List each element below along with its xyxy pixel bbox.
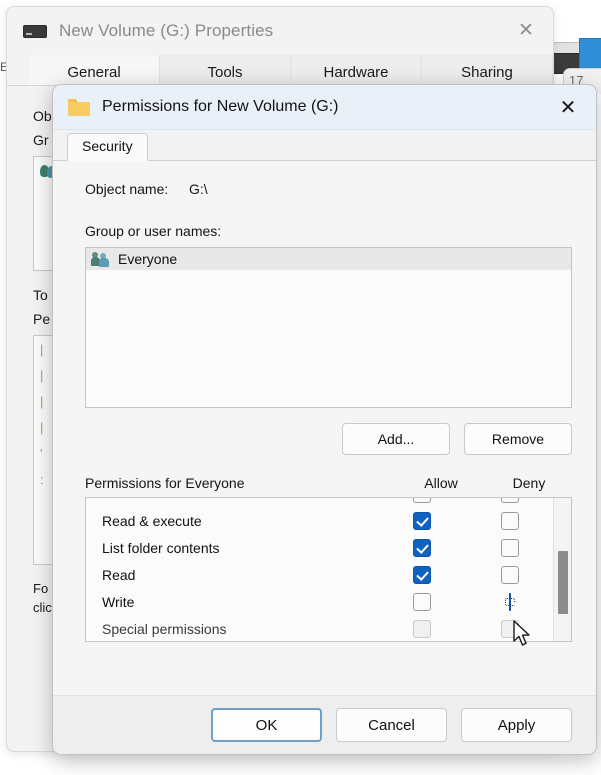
- deny-checkbox[interactable]: [501, 565, 519, 584]
- deny-checkbox[interactable]: [501, 538, 519, 557]
- allow-column-header: Allow: [424, 475, 458, 491]
- allow-cell: [377, 619, 467, 638]
- permissions-listbox[interactable]: Read & execute List folder contents Read…: [85, 497, 572, 642]
- cancel-button[interactable]: Cancel: [336, 708, 447, 742]
- deny-cell: [467, 619, 553, 638]
- close-icon[interactable]: ✕: [509, 15, 543, 45]
- desktop-blue-tile-icon[interactable]: [579, 38, 601, 71]
- allow-cell-partial: [377, 498, 467, 503]
- list-item-label: Everyone: [118, 251, 178, 267]
- properties-tabstrip: General Tools Hardware Sharing: [7, 55, 553, 86]
- dialog-tabstrip: Security: [53, 130, 596, 161]
- list-item[interactable]: Everyone: [86, 248, 571, 270]
- deny-checkbox[interactable]: [509, 592, 511, 611]
- deny-cell: [467, 565, 553, 584]
- permission-name: Special permissions: [102, 620, 227, 637]
- object-name-label: Object name:: [85, 181, 169, 197]
- drive-icon: [23, 24, 47, 38]
- group-user-listbox[interactable]: Everyone: [85, 247, 572, 408]
- deny-checkbox[interactable]: [501, 498, 519, 503]
- tab-tools[interactable]: Tools: [160, 55, 291, 85]
- table-row[interactable]: Read: [86, 561, 553, 588]
- tab-general[interactable]: General: [29, 55, 160, 85]
- allow-checkbox: [413, 619, 431, 638]
- deny-cell: [467, 538, 553, 557]
- remove-button[interactable]: Remove: [464, 423, 572, 455]
- table-row[interactable]: Special permissions: [86, 615, 553, 641]
- apply-button[interactable]: Apply: [461, 708, 572, 742]
- allow-cell: [377, 511, 467, 530]
- deny-cell: [467, 511, 553, 530]
- tab-hardware[interactable]: Hardware: [291, 55, 422, 85]
- deny-cell: [467, 592, 553, 611]
- dialog-footer: OK Cancel Apply: [53, 695, 596, 754]
- dialog-content: Object name: G:\ Group or user names: Ev…: [53, 161, 596, 733]
- allow-checkbox[interactable]: [413, 565, 431, 584]
- allow-checkbox[interactable]: [413, 538, 431, 557]
- allow-cell: [377, 592, 467, 611]
- tab-security[interactable]: Security: [67, 133, 148, 161]
- allow-cell: [377, 565, 467, 584]
- allow-checkbox[interactable]: [413, 498, 431, 503]
- table-row[interactable]: List folder contents: [86, 534, 553, 561]
- dialog-titlebar: Permissions for New Volume (G:) ✕: [53, 85, 596, 130]
- permissions-rows: Read & execute List folder contents Read…: [86, 498, 553, 641]
- deny-checkbox-focus-ring: [505, 592, 515, 611]
- table-row[interactable]: Write: [86, 588, 553, 615]
- permission-name: Read & execute: [102, 512, 202, 529]
- close-icon[interactable]: ✕: [548, 91, 588, 123]
- table-row-partial[interactable]: [86, 498, 553, 507]
- permission-name: List folder contents: [102, 539, 220, 556]
- permission-name: Write: [102, 593, 135, 610]
- permissions-scroll-area: Read & execute List folder contents Read…: [86, 498, 553, 641]
- deny-checkbox: [501, 619, 519, 638]
- group-or-user-names-label: Group or user names:: [85, 223, 222, 239]
- table-row[interactable]: Read & execute: [86, 507, 553, 534]
- add-button[interactable]: Add...: [342, 423, 450, 455]
- allow-checkbox[interactable]: [413, 592, 431, 611]
- permissions-header-row: Permissions for Everyone Allow Deny: [85, 475, 572, 491]
- permission-name: Read: [102, 566, 136, 583]
- deny-column-header: Deny: [512, 475, 546, 491]
- deny-cell-partial: [467, 498, 553, 503]
- folder-icon: [68, 98, 90, 116]
- tab-sharing[interactable]: Sharing: [422, 55, 553, 85]
- permissions-scrollbar[interactable]: [553, 498, 571, 641]
- screen-root: E 17 New Volume (G:) Properties ✕ Genera…: [0, 0, 601, 775]
- deny-checkbox[interactable]: [501, 511, 519, 530]
- object-name-row: Object name: G:\: [85, 181, 572, 197]
- permissions-dialog[interactable]: Permissions for New Volume (G:) ✕ Securi…: [52, 84, 597, 755]
- properties-titlebar: New Volume (G:) Properties ✕: [7, 7, 553, 55]
- people-icon: [91, 251, 110, 267]
- ok-button[interactable]: OK: [211, 708, 322, 742]
- properties-window-title: New Volume (G:) Properties: [59, 21, 274, 40]
- add-remove-button-row: Add... Remove: [85, 423, 572, 455]
- scrollbar-thumb[interactable]: [558, 551, 568, 614]
- permissions-for-label: Permissions for Everyone: [85, 475, 245, 491]
- allow-checkbox[interactable]: [413, 511, 431, 530]
- dialog-title: Permissions for New Volume (G:): [102, 98, 339, 115]
- object-name-value: G:\: [189, 181, 208, 197]
- allow-cell: [377, 538, 467, 557]
